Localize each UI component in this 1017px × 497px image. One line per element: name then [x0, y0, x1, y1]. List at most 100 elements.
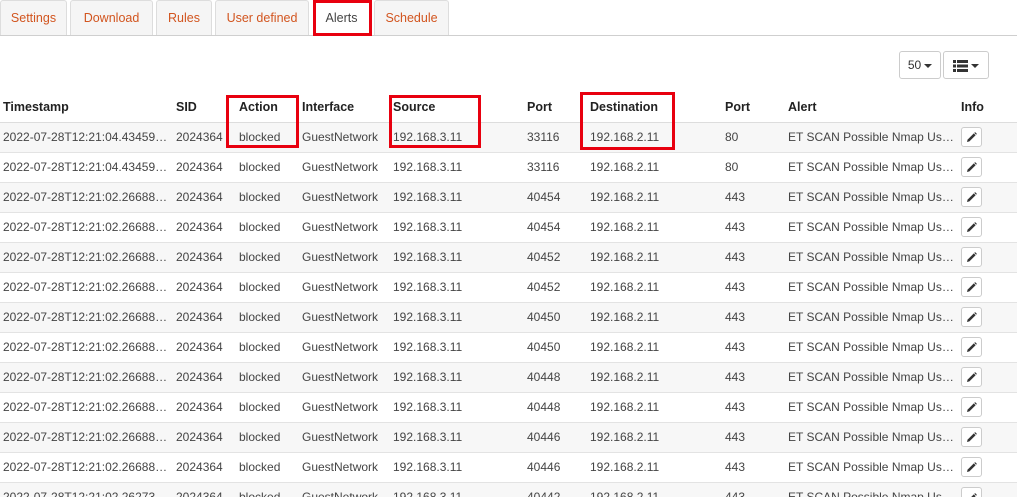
cell-action: blocked	[236, 271, 299, 302]
info-button[interactable]	[961, 307, 982, 327]
cell-action: blocked	[236, 301, 299, 332]
cell-source-port: 40452	[524, 241, 587, 272]
cell-destination: 192.168.2.11	[587, 211, 722, 242]
info-button[interactable]	[961, 217, 982, 237]
info-button[interactable]	[961, 487, 982, 497]
cell-destination: 192.168.2.11	[587, 331, 722, 362]
col-header-source-port[interactable]: Port	[524, 92, 587, 123]
table-row[interactable]: 2022-07-28T12:21:02.266886... 2024364 bloc…	[0, 451, 1017, 482]
col-header-sid[interactable]: SID	[173, 92, 236, 123]
cell-destination: 192.168.2.11	[587, 301, 722, 332]
table-row[interactable]: 2022-07-28T12:21:02.266886... 2024364 bloc…	[0, 301, 1017, 332]
table-row[interactable]: 2022-07-28T12:21:02.262735...2024364bloc…	[0, 481, 1017, 497]
table-row[interactable]: 2022-07-28T12:21:04.434594... 2024364 bloc…	[0, 151, 1017, 182]
cell-source-port: 40446	[524, 451, 587, 482]
cell-interface: GuestNetwork	[299, 211, 390, 242]
table-row[interactable]: 2022-07-28T12:21:02.266886... 2024364 bloc…	[0, 361, 1017, 392]
table-body: 2022-07-28T12:21:04.434594... 2024364 bloc…	[0, 121, 1017, 497]
tab-alerts[interactable]: Alerts	[313, 0, 370, 36]
cell-source: 192.168.3.11	[390, 421, 524, 452]
cell-info	[958, 331, 1017, 362]
info-button[interactable]	[961, 247, 982, 267]
info-button[interactable]	[961, 367, 982, 387]
cell-destination-port: 443	[722, 211, 785, 242]
tab-rules[interactable]: Rules	[156, 0, 212, 35]
pencil-icon	[967, 402, 977, 413]
cell-alert: ET SCAN Possible Nmap User...	[785, 451, 958, 482]
cell-sid: 2024364	[173, 121, 236, 152]
col-header-action[interactable]: Action	[236, 92, 299, 123]
page-size-value: 50	[907, 58, 922, 72]
tab-download[interactable]: Download	[70, 0, 153, 35]
cell-source-port: 40452	[524, 271, 587, 302]
cell-destination-port: 443	[722, 421, 785, 452]
tab-settings[interactable]: Settings	[0, 0, 67, 35]
table-row[interactable]: 2022-07-28T12:21:04.434594... 2024364 bloc…	[0, 121, 1017, 152]
cell-alert: ET SCAN Possible Nmap User...	[785, 271, 958, 302]
tab-schedule[interactable]: Schedule	[374, 0, 449, 35]
col-header-interface[interactable]: Interface	[299, 92, 390, 123]
cell-alert: ET SCAN Possible Nmap User...	[785, 481, 958, 497]
cell-info	[958, 481, 1017, 497]
cell-sid: 2024364	[173, 181, 236, 212]
cell-interface: GuestNetwork	[299, 271, 390, 302]
page-size-dropdown[interactable]: 50	[899, 51, 941, 79]
cell-destination: 192.168.2.11	[587, 181, 722, 212]
cell-destination-port: 443	[722, 301, 785, 332]
cell-destination-port: 443	[722, 481, 785, 497]
cell-action: blocked	[236, 331, 299, 362]
col-header-timestamp[interactable]: Timestamp	[0, 92, 173, 123]
col-header-destination-port[interactable]: Port	[722, 92, 785, 123]
cell-info	[958, 151, 1017, 182]
info-button[interactable]	[961, 157, 982, 177]
pencil-icon	[967, 372, 977, 383]
cell-action: blocked	[236, 121, 299, 152]
cell-source: 192.168.3.11	[390, 451, 524, 482]
col-header-info: Info	[958, 92, 1017, 123]
info-button[interactable]	[961, 337, 982, 357]
cell-timestamp: 2022-07-28T12:21:02.266886...	[0, 451, 173, 482]
cell-alert: ET SCAN Possible Nmap User...	[785, 181, 958, 212]
col-header-alert[interactable]: Alert	[785, 92, 958, 123]
cell-interface: GuestNetwork	[299, 481, 390, 497]
cell-sid: 2024364	[173, 151, 236, 182]
info-button[interactable]	[961, 277, 982, 297]
table-row[interactable]: 2022-07-28T12:21:02.266886... 2024364 bloc…	[0, 421, 1017, 452]
table-row[interactable]: 2022-07-28T12:21:02.266886... 2024364 bloc…	[0, 271, 1017, 302]
col-header-source[interactable]: Source	[390, 92, 524, 123]
info-button[interactable]	[961, 457, 982, 477]
col-header-destination[interactable]: Destination	[587, 92, 722, 123]
cell-timestamp: 2022-07-28T12:21:02.266886...	[0, 301, 173, 332]
cell-destination: 192.168.2.11	[587, 361, 722, 392]
pencil-icon	[967, 192, 977, 203]
table-row[interactable]: 2022-07-28T12:21:02.266886... 2024364 bloc…	[0, 331, 1017, 362]
cell-source-port: 40450	[524, 331, 587, 362]
cell-destination-port: 443	[722, 391, 785, 422]
cell-timestamp: 2022-07-28T12:21:02.266886...	[0, 211, 173, 242]
table-row[interactable]: 2022-07-28T12:21:02.266886... 2024364 bloc…	[0, 391, 1017, 422]
cell-destination: 192.168.2.11	[587, 151, 722, 182]
cell-source-port: 40448	[524, 361, 587, 392]
column-selector-button[interactable]	[943, 51, 989, 79]
cell-destination: 192.168.2.11	[587, 481, 722, 497]
tab-user-defined[interactable]: User defined	[215, 0, 309, 35]
table-row[interactable]: 2022-07-28T12:21:02.266886... 2024364 bloc…	[0, 181, 1017, 212]
cell-interface: GuestNetwork	[299, 241, 390, 272]
cell-info	[958, 451, 1017, 482]
cell-interface: GuestNetwork	[299, 421, 390, 452]
info-button[interactable]	[961, 127, 982, 147]
info-button[interactable]	[961, 427, 982, 447]
cell-interface: GuestNetwork	[299, 181, 390, 212]
cell-source: 192.168.3.11	[390, 211, 524, 242]
cell-interface: GuestNetwork	[299, 391, 390, 422]
info-button[interactable]	[961, 187, 982, 207]
cell-timestamp: 2022-07-28T12:21:02.266886...	[0, 361, 173, 392]
table-row[interactable]: 2022-07-28T12:21:02.266886... 2024364 bloc…	[0, 241, 1017, 272]
pencil-icon	[967, 342, 977, 353]
cell-sid: 2024364	[173, 301, 236, 332]
cell-info	[958, 301, 1017, 332]
table-row[interactable]: 2022-07-28T12:21:02.266886... 2024364 bloc…	[0, 211, 1017, 242]
info-button[interactable]	[961, 397, 982, 417]
cell-info	[958, 391, 1017, 422]
cell-destination: 192.168.2.11	[587, 391, 722, 422]
